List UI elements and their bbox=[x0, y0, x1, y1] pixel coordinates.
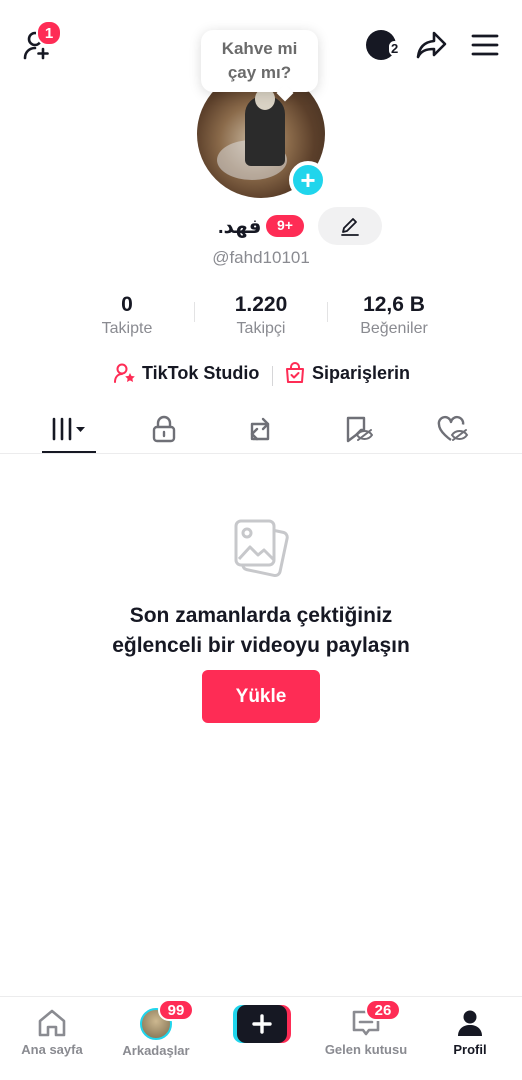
nav-home[interactable]: Ana sayfa bbox=[0, 997, 104, 1061]
stat-label: Takipçi bbox=[236, 320, 286, 337]
stat-label: Takipte bbox=[101, 320, 153, 337]
nav-home-label: Ana sayfa bbox=[21, 1042, 83, 1057]
create-plus-icon bbox=[233, 1005, 291, 1043]
friends-badge: 99 bbox=[158, 999, 194, 1021]
repost-icon bbox=[250, 417, 270, 441]
create-button[interactable] bbox=[233, 1005, 291, 1043]
tooltip-line-1: Kahve mi bbox=[221, 39, 298, 58]
add-friend-button[interactable]: 1 bbox=[20, 20, 62, 62]
tab-private[interactable] bbox=[116, 404, 212, 454]
plus-icon: + bbox=[300, 165, 316, 195]
tab-liked[interactable] bbox=[405, 404, 501, 454]
empty-state-line-1: Son zamanlarda çektiğiniz bbox=[129, 604, 393, 627]
studio-icon bbox=[114, 362, 136, 384]
profile-links: TikTok Studio Siparişlerin bbox=[0, 362, 522, 390]
profile-tabs bbox=[0, 404, 522, 454]
username: @fahd10101 bbox=[212, 248, 310, 267]
avatar-tooltip[interactable]: Kahve mi çay mı? bbox=[201, 30, 318, 92]
home-icon bbox=[38, 1009, 66, 1037]
hidden-bookmark-icon bbox=[346, 416, 373, 443]
name-row: فهد. 9+ bbox=[0, 206, 522, 246]
active-tab-indicator bbox=[42, 451, 96, 453]
stat-followers[interactable]: 1.220 Takipçi bbox=[196, 292, 326, 339]
profile-icon bbox=[458, 1010, 482, 1036]
menu-button[interactable] bbox=[468, 30, 502, 60]
nav-profile[interactable]: Profil bbox=[418, 997, 522, 1061]
videos-grid-icon bbox=[52, 417, 85, 441]
stat-likes[interactable]: 12,6 B Beğeniler bbox=[329, 292, 459, 339]
notification-badge: 1 bbox=[36, 20, 62, 46]
stat-label: Beğeniler bbox=[360, 320, 428, 337]
inbox-badge: 26 bbox=[365, 999, 401, 1021]
pencil-icon bbox=[341, 218, 359, 236]
empty-state: Son zamanlarda çektiğiniz eğlenceli bir … bbox=[0, 515, 522, 661]
story-count: 2 bbox=[389, 41, 401, 56]
tab-hidden-favorites[interactable] bbox=[310, 404, 406, 454]
upload-button[interactable]: Yükle bbox=[202, 670, 320, 723]
stats-row: 0 Takipte 1.220 Takipçi 12,6 B Beğeniler bbox=[0, 292, 522, 342]
edit-profile-button[interactable] bbox=[318, 207, 382, 245]
lock-icon bbox=[152, 415, 176, 443]
tab-videos[interactable] bbox=[21, 404, 117, 454]
tab-reposts[interactable] bbox=[212, 404, 308, 454]
share-button[interactable] bbox=[414, 28, 450, 62]
story-button[interactable]: 2 bbox=[362, 28, 402, 62]
bottom-navigation: Ana sayfa 99 Arkadaşlar 26 Gelen kutusu … bbox=[0, 996, 522, 1080]
studio-label: TikTok Studio bbox=[142, 362, 260, 383]
orders-label: Siparişlerin bbox=[312, 362, 411, 383]
nav-friends[interactable]: 99 Arkadaşlar bbox=[104, 997, 208, 1061]
nav-inbox[interactable]: 26 Gelen kutusu bbox=[314, 997, 418, 1061]
display-name: فهد. bbox=[218, 216, 262, 238]
stat-value: 0 bbox=[121, 293, 133, 316]
nav-profile-label: Profil bbox=[453, 1042, 487, 1057]
tiktok-studio-link[interactable]: TikTok Studio bbox=[114, 362, 259, 384]
photo-stack-icon bbox=[234, 519, 289, 578]
hamburger-menu-icon bbox=[471, 34, 499, 56]
orders-link[interactable]: Siparişlerin bbox=[284, 362, 410, 384]
name-badge: 9+ bbox=[265, 214, 305, 238]
tooltip-line-2: çay mı? bbox=[227, 63, 292, 82]
empty-state-line-2: eğlenceli bir videoyu paylaşın bbox=[112, 634, 410, 657]
hidden-heart-icon bbox=[437, 415, 469, 441]
shopping-bag-icon bbox=[284, 362, 306, 384]
nav-friends-label: Arkadaşlar bbox=[122, 1043, 190, 1058]
add-story-button[interactable]: + bbox=[289, 161, 327, 199]
share-icon bbox=[416, 31, 447, 59]
stat-value: 12,6 B bbox=[363, 293, 425, 316]
stat-value: 1.220 bbox=[234, 293, 288, 316]
nav-inbox-label: Gelen kutusu bbox=[324, 1042, 408, 1057]
stat-following[interactable]: 0 Takipte bbox=[62, 292, 192, 339]
